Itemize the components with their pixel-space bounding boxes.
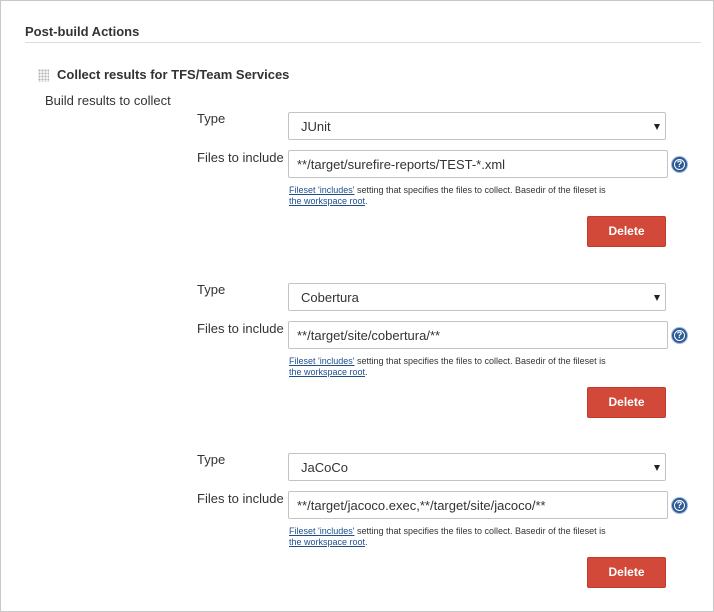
section-divider: [25, 42, 701, 43]
chevron-down-icon: [654, 124, 660, 130]
files-input-value: **/target/surefire-reports/TEST-*.xml: [297, 157, 506, 172]
help-text: Fileset 'includes' setting that specifie…: [289, 526, 669, 548]
fileset-includes-link[interactable]: Fileset 'includes': [289, 356, 354, 366]
files-input[interactable]: **/target/jacoco.exec,**/target/site/jac…: [288, 491, 668, 519]
type-select[interactable]: JaCoCo: [288, 453, 666, 481]
delete-button[interactable]: Delete: [587, 387, 666, 418]
type-select[interactable]: JUnit: [288, 112, 666, 140]
workspace-root-link[interactable]: the workspace root: [289, 367, 365, 377]
delete-button[interactable]: Delete: [587, 557, 666, 588]
help-text: Fileset 'includes' setting that specifie…: [289, 185, 669, 207]
fileset-includes-link[interactable]: Fileset 'includes': [289, 185, 354, 195]
files-label: Files to include: [197, 150, 284, 165]
files-input[interactable]: **/target/surefire-reports/TEST-*.xml: [288, 150, 668, 178]
type-label: Type: [197, 282, 226, 297]
drag-handle-icon[interactable]: [38, 69, 49, 82]
type-label: Type: [197, 111, 226, 126]
files-input-value: **/target/jacoco.exec,**/target/site/jac…: [297, 498, 546, 513]
build-results-label: Build results to collect: [45, 93, 171, 108]
delete-button[interactable]: Delete: [587, 216, 666, 247]
help-end: .: [365, 367, 368, 377]
type-select[interactable]: Cobertura: [288, 283, 666, 311]
help-description: setting that specifies the files to coll…: [354, 526, 606, 536]
chevron-down-icon: [654, 295, 660, 301]
files-label: Files to include: [197, 491, 284, 506]
type-select-value: JUnit: [301, 119, 331, 134]
fileset-includes-link[interactable]: Fileset 'includes': [289, 526, 354, 536]
post-build-actions-panel: Post-build Actions Collect results for T…: [0, 0, 714, 612]
type-select-value: JaCoCo: [301, 460, 348, 475]
files-label: Files to include: [197, 321, 284, 336]
type-label: Type: [197, 452, 226, 467]
help-icon[interactable]: ?: [672, 498, 687, 513]
help-icon-glyph: ?: [676, 330, 683, 340]
help-text: Fileset 'includes' setting that specifie…: [289, 356, 669, 378]
workspace-root-link[interactable]: the workspace root: [289, 537, 365, 547]
section-title: Post-build Actions: [25, 24, 140, 39]
action-title: Collect results for TFS/Team Services: [57, 67, 290, 82]
help-icon[interactable]: ?: [672, 328, 687, 343]
help-description: setting that specifies the files to coll…: [354, 185, 606, 195]
help-end: .: [365, 537, 368, 547]
help-icon-glyph: ?: [676, 500, 683, 510]
help-icon[interactable]: ?: [672, 157, 687, 172]
help-description: setting that specifies the files to coll…: [354, 356, 606, 366]
files-input-value: **/target/site/cobertura/**: [297, 328, 441, 343]
files-input[interactable]: **/target/site/cobertura/**: [288, 321, 668, 349]
chevron-down-icon: [654, 465, 660, 471]
type-select-value: Cobertura: [301, 290, 359, 305]
help-end: .: [365, 196, 368, 206]
workspace-root-link[interactable]: the workspace root: [289, 196, 365, 206]
help-icon-glyph: ?: [676, 159, 683, 169]
